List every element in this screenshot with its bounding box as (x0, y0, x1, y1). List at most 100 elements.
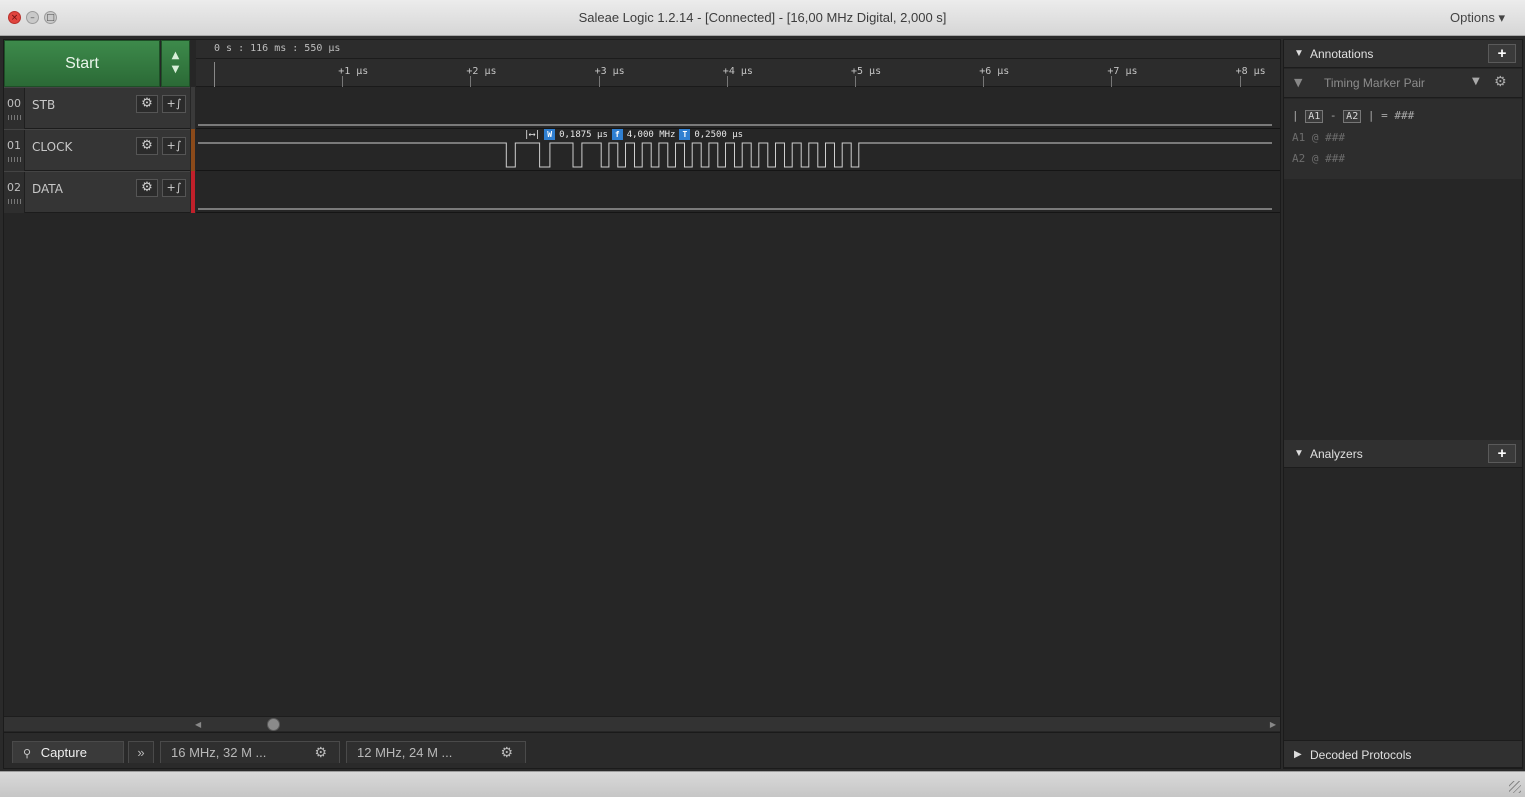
ruler-tick (1239, 76, 1241, 87)
annotations-header[interactable]: ▼ Annotations + (1284, 40, 1522, 68)
arrow-down-icon: ▼ (171, 64, 180, 75)
ruler-tick-label: +8 µs (1235, 66, 1266, 77)
marker-formula: | A1 - A2 | = ### (1292, 109, 1415, 123)
scroll-left-icon[interactable]: ◀ (195, 720, 201, 729)
marker-a1-chip[interactable]: A1 (1305, 110, 1324, 123)
tab-capture-session-1[interactable]: 16 MHz, 32 M ... ⚙ (160, 741, 340, 763)
annotations-title: Annotations (1310, 47, 1374, 61)
drag-handle-icon[interactable] (8, 199, 21, 204)
channel-row-data[interactable]: 02 DATA ⚙ +∫ (4, 171, 190, 213)
frequency-badge: f (611, 129, 623, 140)
expand-triangle-icon: ▼ (1294, 48, 1304, 59)
tab-capture[interactable]: ⚲ Capture (12, 741, 124, 763)
marker-a2-row: A2 @ ### (1292, 152, 1345, 165)
ruler-tick (598, 76, 600, 87)
channel-color-stb (191, 87, 195, 129)
channel-index: 00 (4, 88, 25, 129)
channel-settings-gear-icon[interactable]: ⚙ (136, 137, 158, 155)
capture-pane: Start ▲ ▼ 00 STB ⚙ +∫ 01 CLOCK ⚙ +∫ 02 D… (3, 39, 1281, 769)
decoded-protocols-title: Decoded Protocols (1310, 748, 1412, 762)
waveform-area[interactable] (196, 87, 1280, 217)
gear-icon[interactable]: ⚙ (500, 744, 513, 761)
channel-name[interactable]: CLOCK (32, 140, 72, 154)
scroll-thumb[interactable] (267, 718, 280, 731)
options-menu-button[interactable]: Options ▾ (1450, 10, 1505, 26)
marker-type-select[interactable]: ▼ Timing Marker Pair ▼ ⚙ (1284, 69, 1522, 98)
ruler-tick (855, 76, 856, 87)
channel-color-data (191, 171, 195, 213)
channel-trigger-button[interactable]: +∫ (162, 137, 186, 155)
collapse-triangle-icon: ▶ (1294, 749, 1302, 760)
marker-a1-row: A1 @ ### (1292, 131, 1345, 144)
frequency-value: 4,000 MHz (626, 129, 676, 140)
expand-triangle-icon: ▼ (1294, 448, 1304, 459)
period-value: 0,2500 µs (694, 129, 744, 140)
width-value: 0,1875 µs (559, 129, 608, 140)
pulse-measurement: |⟷| W 0,1875 µs f 4,000 MHz T 0,2500 µs (524, 128, 743, 141)
channel-trigger-button[interactable]: +∫ (162, 95, 186, 113)
ruler-tick-label: +4 µs (722, 66, 753, 77)
capture-tab-bar: ⚲ Capture » 16 MHz, 32 M ... ⚙ 12 MHz, 2… (4, 732, 1280, 768)
ruler-tick (342, 76, 344, 87)
analyzers-title: Analyzers (1310, 447, 1363, 461)
analyzers-header[interactable]: ▼ Analyzers + (1284, 440, 1522, 468)
start-options-button[interactable]: ▲ ▼ (161, 40, 190, 87)
ruler-tick (1111, 76, 1113, 87)
ruler-tick-label: +3 µs (594, 66, 625, 77)
channel-row-stb[interactable]: 00 STB ⚙ +∫ (4, 87, 190, 129)
channel-name[interactable]: DATA (32, 182, 63, 196)
arrow-up-icon: ▲ (171, 50, 180, 61)
channel-settings-gear-icon[interactable]: ⚙ (136, 179, 158, 197)
title-bar: × – □ Saleae Logic 1.2.14 - [Connected] … (0, 0, 1525, 36)
ruler-divider (196, 58, 1280, 59)
gear-icon[interactable]: ⚙ (1494, 74, 1507, 90)
channel-trigger-button[interactable]: +∫ (162, 179, 186, 197)
tab-capture-session-2[interactable]: 12 MHz, 24 M ... ⚙ (346, 741, 526, 763)
search-icon: ⚲ (23, 748, 32, 760)
channel-index: 02 (4, 172, 25, 213)
decoded-protocols-header[interactable]: ▶ Decoded Protocols (1284, 740, 1522, 768)
period-badge: T (679, 129, 691, 140)
channel-color-clock (191, 129, 195, 171)
channel-settings-gear-icon[interactable]: ⚙ (136, 95, 158, 113)
tab-capture-label: Capture (40, 745, 87, 760)
resize-grip-icon[interactable] (1509, 781, 1521, 793)
horizontal-scrollbar[interactable]: ◀ ▶ (190, 716, 1280, 731)
annotation-details: | A1 - A2 | = ### A1 @ ### A2 @ ### (1284, 99, 1522, 179)
channel-row-clock[interactable]: 01 CLOCK ⚙ +∫ (4, 129, 190, 171)
more-tabs-button[interactable]: » (128, 741, 154, 763)
time-origin-label: 0 s : 116 ms : 550 µs (214, 43, 341, 54)
ruler-tick-label: +5 µs (851, 66, 882, 77)
status-bar (0, 771, 1525, 797)
scroll-spacer (4, 716, 190, 731)
add-analyzer-button[interactable]: + (1488, 444, 1516, 463)
time-ruler[interactable]: 0 s : 116 ms : 550 µs +1 µs +2 µs +3 µs +4 … (196, 40, 1280, 87)
ruler-tick-label: +2 µs (466, 66, 497, 77)
add-annotation-button[interactable]: + (1488, 44, 1516, 63)
tab-label: 16 MHz, 32 M ... (171, 745, 267, 760)
ruler-origin-tick (214, 62, 215, 87)
scroll-right-icon[interactable]: ▶ (1270, 720, 1276, 729)
ruler-tick-label: +7 µs (1107, 66, 1138, 77)
ruler-tick (983, 76, 985, 87)
ruler-tick-label: +1 µs (338, 66, 369, 77)
gear-icon[interactable]: ⚙ (314, 744, 327, 761)
ruler-tick (726, 76, 728, 87)
drag-handle-icon[interactable] (8, 157, 21, 162)
ruler-tick (470, 76, 472, 87)
marker-pin-icon: ▼ (1294, 76, 1303, 89)
width-badge: W (544, 129, 556, 140)
drag-handle-icon[interactable] (8, 115, 21, 120)
chevron-down-icon[interactable]: ▼ (1472, 76, 1480, 87)
start-button[interactable]: Start (4, 40, 160, 87)
marker-a2-chip[interactable]: A2 (1343, 110, 1362, 123)
measure-arrow-icon: |⟷| (524, 129, 541, 140)
channel-name[interactable]: STB (32, 98, 55, 112)
marker-type-label: Timing Marker Pair (1324, 76, 1425, 90)
clock-waveform (198, 142, 1272, 168)
side-panel: ▼ Annotations + ▼ Timing Marker Pair ▼ ⚙… (1283, 39, 1523, 769)
tab-label: 12 MHz, 24 M ... (357, 745, 453, 760)
window-title: Saleae Logic 1.2.14 - [Connected] - [16,… (578, 10, 947, 25)
ruler-tick-label: +6 µs (979, 66, 1010, 77)
channel-index: 01 (4, 130, 25, 171)
